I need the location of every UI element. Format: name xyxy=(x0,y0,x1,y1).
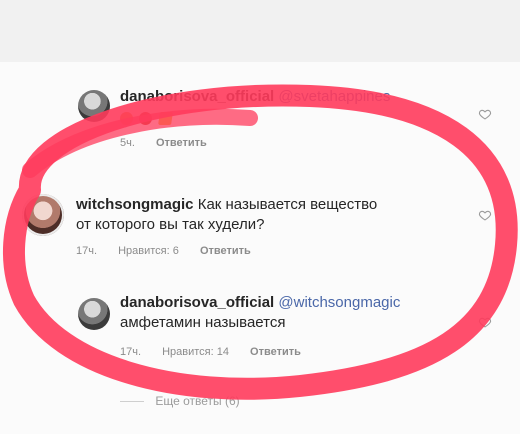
comment-line: danaborisova_official @svetahappines xyxy=(120,88,390,106)
thumbs-up-icon xyxy=(157,112,173,125)
comment-time: 5ч. xyxy=(120,137,135,149)
comment-time: 17ч. xyxy=(76,245,98,257)
comment-meta: 17ч. Нравится: 14 Ответить xyxy=(120,346,319,358)
comment-line: witchsongmagic Как называется вещество xyxy=(76,196,377,214)
heart-icon[interactable] xyxy=(478,316,492,328)
comment-text-line: от которого вы так худели? xyxy=(76,216,265,233)
divider xyxy=(120,401,144,403)
mention[interactable]: @svetahappines xyxy=(278,88,390,105)
mention[interactable]: @witchsongmagic xyxy=(278,294,400,311)
reply-button[interactable]: Ответить xyxy=(250,346,301,358)
heart-icon[interactable] xyxy=(478,108,492,120)
username[interactable]: witchsongmagic xyxy=(76,196,194,213)
comment-time: 17ч. xyxy=(120,346,142,358)
username[interactable]: danaborisova_official xyxy=(120,294,274,311)
likes-count[interactable]: Нравится: 6 xyxy=(118,245,179,257)
emoji-icon xyxy=(120,112,133,125)
comment-line: danaborisova_official @witchsongmagic xyxy=(120,294,400,312)
emoji-icon xyxy=(139,112,153,125)
comment-text: Как называется вещество xyxy=(197,196,378,213)
avatar[interactable] xyxy=(78,298,110,330)
top-bar xyxy=(0,0,520,62)
heart-icon[interactable] xyxy=(478,209,492,221)
emoji-reactions xyxy=(120,112,175,130)
username[interactable]: danaborisova_official xyxy=(120,88,274,105)
reply-button[interactable]: Ответить xyxy=(200,245,251,257)
view-more-text[interactable]: Еще ответы (6) xyxy=(155,394,239,408)
avatar[interactable] xyxy=(78,90,110,122)
comment-meta: 17ч. Нравится: 6 Ответить xyxy=(76,245,269,257)
comment-text-line: амфетамин называется xyxy=(120,314,286,331)
avatar[interactable] xyxy=(22,194,64,236)
view-more-replies[interactable]: Еще ответы (6) xyxy=(120,394,240,408)
comment-meta: 5ч. Ответить xyxy=(120,137,225,149)
likes-count[interactable]: Нравится: 14 xyxy=(162,346,229,358)
reply-button[interactable]: Ответить xyxy=(156,137,207,149)
